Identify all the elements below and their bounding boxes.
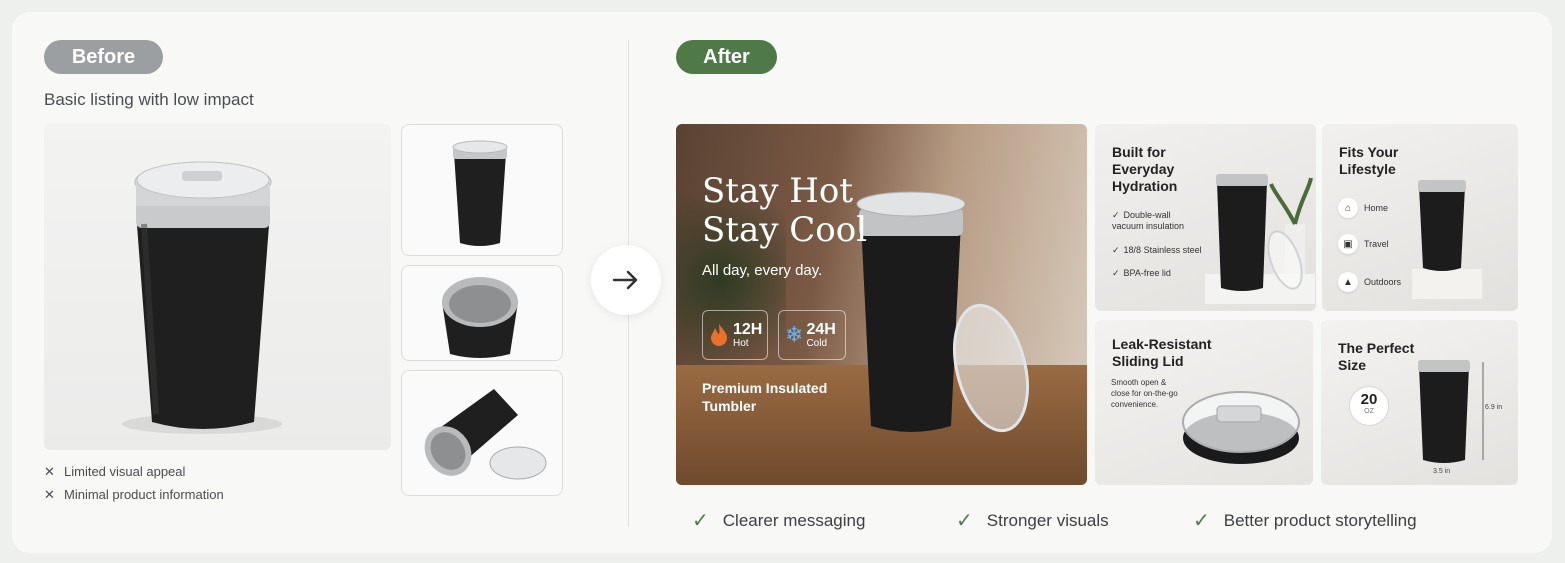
x-icon: ✕ (44, 486, 55, 502)
lid-image (1182, 391, 1300, 464)
flame-icon (711, 324, 727, 346)
hero-footer: Premium Insulated Tumbler (702, 380, 828, 414)
lid-tile: Leak-Resistant Sliding Lid Smooth open &… (1095, 320, 1313, 485)
tumbler-image (122, 161, 282, 434)
suitcase-icon: ▣ (1338, 234, 1358, 254)
cold-duration-badge: ❄ 24H Cold (778, 310, 846, 360)
arrow-right-icon (612, 270, 638, 290)
tile-title: Built for Everyday Hydration (1112, 144, 1178, 194)
feature-item: ✓ Double-wall vacuum insulation (1112, 210, 1185, 231)
width-dimension: 3.5 in (1433, 468, 1451, 475)
before-cons-list: ✕ Limited visual appeal ✕ Minimal product … (44, 460, 224, 506)
hero-image: Stay Hot Stay Cool All day, every day. 1… (676, 124, 1087, 485)
height-dimension: 6.9 in (1485, 404, 1503, 411)
arrow-right-button[interactable] (591, 245, 661, 315)
hot-duration-badge: 12H Hot (702, 310, 768, 360)
after-badge: After (676, 40, 777, 74)
feature-item: ✓ 18/8 Stainless steel (1112, 245, 1202, 255)
lifestyle-item: ⌂ Home (1338, 198, 1388, 218)
main-product-photo (44, 124, 391, 450)
thumbnail-front[interactable] (401, 124, 563, 256)
thumbnail-side-lid[interactable] (401, 370, 563, 496)
benefit-item: ✓ Stronger visuals (956, 510, 1109, 532)
check-icon: ✓ (956, 510, 973, 532)
benefit-item: ✓ Better product storytelling (1193, 510, 1417, 532)
home-icon: ⌂ (1338, 198, 1358, 218)
con-item: ✕ Minimal product information (44, 486, 224, 503)
benefit-item: ✓ Clearer messaging (692, 510, 866, 532)
check-icon: ✓ (1112, 245, 1120, 255)
tent-icon: ▲ (1338, 272, 1358, 292)
feature-item: ✓ BPA-free lid (1112, 268, 1171, 278)
features-tile: Built for Everyday Hydration ✓ Double-wal… (1095, 124, 1316, 311)
hero-subtitle: All day, every day. (702, 262, 823, 279)
tumbler-image (856, 191, 1029, 433)
lifestyle-tile: Fits Your Lifestyle ⌂ Home ▣ Travel ▲ Outdo… (1322, 124, 1518, 311)
size-tile: The Perfect Size 20 OZ 6.9 in 3.5 in (1321, 320, 1518, 485)
check-icon: ✓ (1193, 510, 1210, 532)
before-subtitle: Basic listing with low impact (44, 90, 254, 109)
lifestyle-item: ▲ Outdoors (1338, 272, 1401, 292)
check-icon: ✓ (1112, 268, 1120, 278)
check-icon: ✓ (692, 510, 709, 532)
lifestyle-item: ▣ Travel (1338, 234, 1389, 254)
tumbler-image (1418, 360, 1484, 463)
hero-title: Stay Hot Stay Cool (702, 171, 868, 250)
tumbler-image (1412, 180, 1482, 299)
tumbler-image (1205, 174, 1315, 304)
thumbnail-top[interactable] (401, 265, 563, 361)
tile-title: Fits Your Lifestyle (1339, 144, 1399, 177)
snowflake-icon: ❄ (785, 322, 804, 347)
con-item: ✕ Limited visual appeal (44, 463, 186, 480)
tile-title: Leak-Resistant Sliding Lid (1112, 336, 1212, 369)
before-badge: Before (44, 40, 163, 74)
check-icon: ✓ (1112, 210, 1120, 220)
x-icon: ✕ (44, 463, 55, 479)
capacity-badge: 20 OZ (1349, 386, 1389, 426)
